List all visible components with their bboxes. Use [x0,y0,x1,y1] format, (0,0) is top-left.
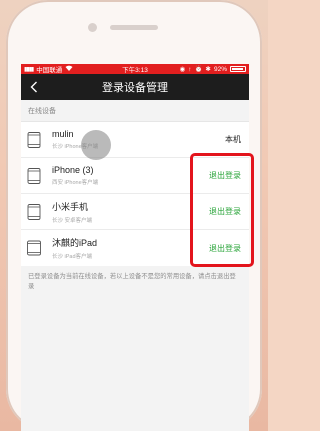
annotation-highlight-box [190,153,254,267]
device-info: iPhone (3) 西安 iPhone客户端 [52,165,209,186]
device-client: iPad客户端 [64,254,93,260]
back-button[interactable] [25,78,43,96]
device-name: 小米手机 [52,201,89,212]
device-info: 小米手机 长沙 安卓客户端 [52,200,209,224]
status-time: 下午3:13 [122,67,148,74]
device-name: mulin [52,129,74,139]
touch-indicator [81,130,111,160]
device-meta: 长沙 iPhone客户端 [52,142,225,150]
device-meta: 西安 iPhone客户端 [52,178,209,186]
device-info: mulin 长沙 iPhone客户端 [52,129,225,150]
device-meta: 长沙 iPad客户端 [52,252,209,260]
device-name: 沐麒的iPad [52,238,98,248]
device-location: 长沙 [52,144,64,150]
device-icon [27,167,41,184]
current-device-label: 本机 [225,135,241,144]
footnote-text: 已登录设备为当前在线设备，若以上设备不是您的常用设备，请点击退出登录 [28,273,236,290]
device-client: iPhone客户端 [64,180,99,186]
device-icon [27,203,41,220]
device-icon [27,131,41,148]
section-label: 在线设备 [28,108,56,115]
battery-icon [230,66,246,72]
page-title: 登录设备管理 [102,82,168,94]
device-location: 长沙 [52,217,64,224]
device-info: 沐麒的iPad 长沙 iPad客户端 [52,236,209,260]
front-camera [88,23,97,32]
device-location: 长沙 [52,254,64,260]
device-client: 安卓客户端 [64,217,93,224]
status-bar: ▮▮▮▮ 中国联通 下午3:13 ◉ ↑ ⏰ ✱ 92% [21,64,249,74]
device-location: 西安 [52,180,64,186]
earpiece-speaker [110,25,158,30]
device-name: iPhone (3) [52,165,94,175]
chevron-left-icon [30,81,37,93]
device-meta: 长沙 安卓客户端 [52,216,209,224]
tablet-icon [27,240,41,256]
navigation-bar: 登录设备管理 [21,74,249,100]
